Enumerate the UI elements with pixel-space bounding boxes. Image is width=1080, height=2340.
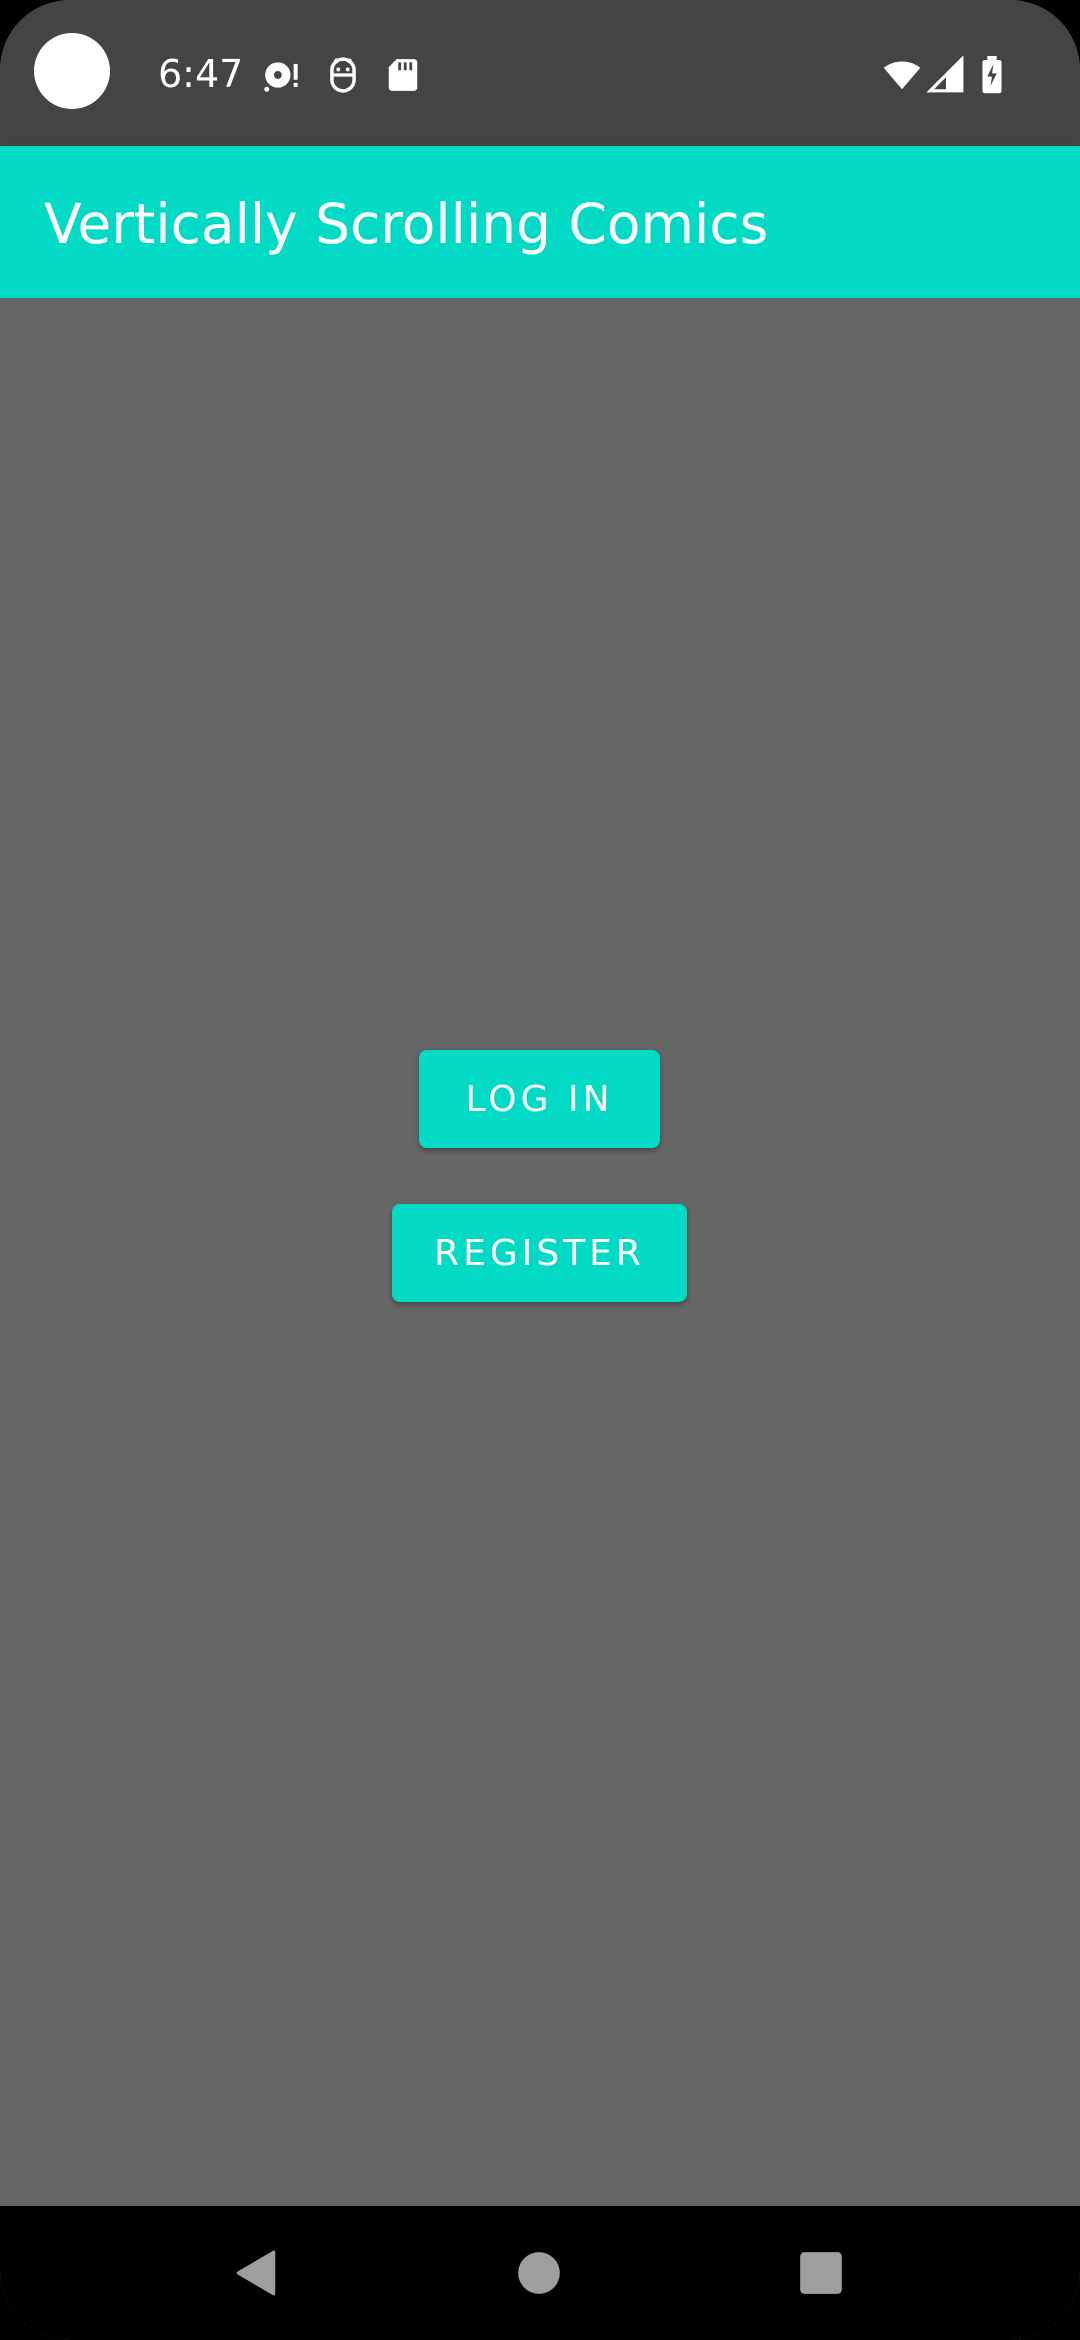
sd-card-icon [384, 56, 422, 94]
login-button[interactable]: LOG IN [419, 1050, 660, 1148]
cell-signal-icon [926, 56, 966, 94]
camera-cutout [34, 33, 110, 109]
main-content: LOG IN REGISTER [0, 298, 1080, 2206]
app-title: Vertically Scrolling Comics [44, 192, 769, 256]
battery-charging-icon [978, 56, 1006, 94]
phone-screen: 6:47 Vertically Scrolling Comics LOG IN … [0, 0, 1080, 2340]
back-icon[interactable] [232, 2248, 282, 2298]
android-debug-icon [324, 56, 362, 94]
app-bar: Vertically Scrolling Comics [0, 146, 1080, 298]
status-time: 6:47 [158, 52, 244, 96]
media-alert-icon [262, 56, 300, 94]
wifi-icon [880, 56, 924, 94]
recents-icon[interactable] [796, 2248, 846, 2298]
navigation-bar [0, 2206, 1080, 2340]
home-icon[interactable] [514, 2248, 564, 2298]
register-button[interactable]: REGISTER [392, 1204, 687, 1302]
status-bar: 6:47 [0, 0, 1080, 146]
